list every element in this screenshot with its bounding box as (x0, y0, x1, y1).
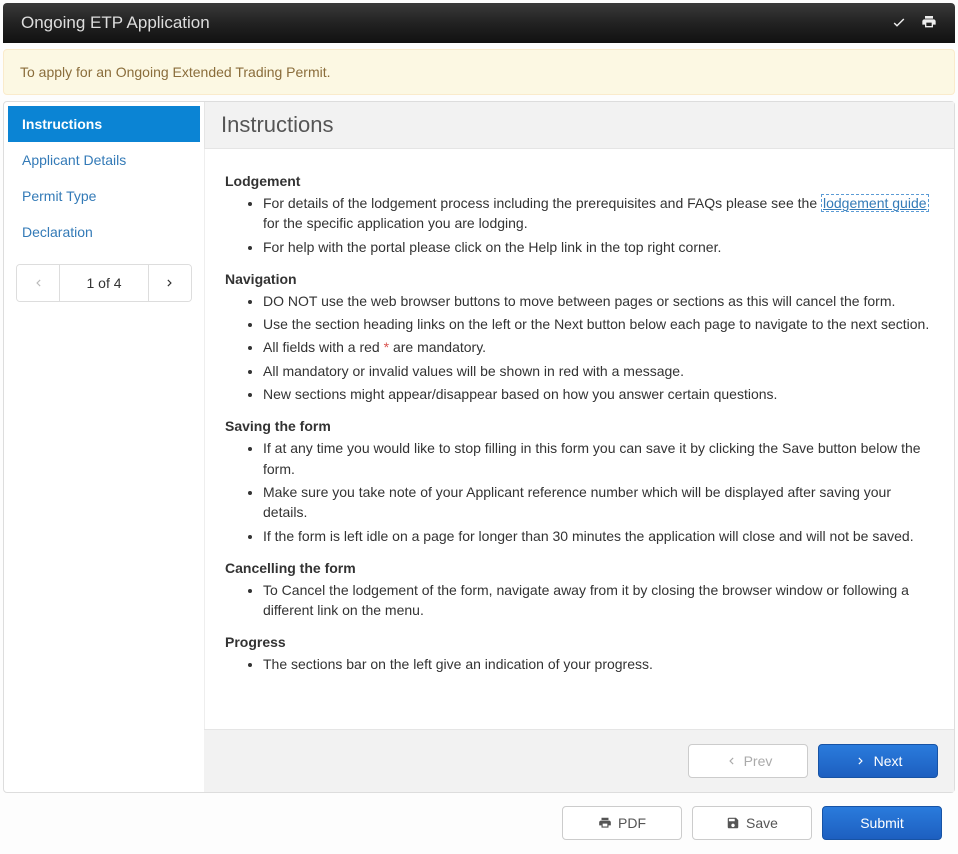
section-nav: Instructions Applicant Details Permit Ty… (8, 106, 200, 250)
section-heading-cancelling: Cancelling the form (225, 560, 934, 576)
next-button[interactable]: Next (818, 744, 938, 778)
sidebar-item-label: Instructions (22, 116, 102, 132)
footer-buttons: PDF Save Submit (0, 796, 958, 854)
pager-next-button[interactable] (149, 265, 191, 301)
header-actions (891, 14, 937, 33)
list-item: To Cancel the lodgement of the form, nav… (263, 580, 934, 621)
list-item: DO NOT use the web browser buttons to mo… (263, 291, 934, 311)
list-item: The sections bar on the left give an ind… (263, 654, 934, 674)
list-item: If the form is left idle on a page for l… (263, 526, 934, 546)
chevron-right-icon (854, 754, 868, 768)
sidebar-item-permit-type[interactable]: Permit Type (8, 178, 200, 214)
navigation-list: DO NOT use the web browser buttons to mo… (225, 291, 934, 404)
page-title: Instructions (221, 112, 938, 138)
list-item: If at any time you would like to stop fi… (263, 438, 934, 479)
content-header: Instructions (204, 102, 954, 149)
wizard-nav-buttons: Prev Next (204, 729, 954, 792)
main-container: Instructions Applicant Details Permit Ty… (3, 101, 955, 793)
content-area: Instructions Lodgement For details of th… (204, 102, 954, 792)
chevron-left-icon (31, 276, 45, 290)
pager-text: 1 of 4 (59, 265, 149, 301)
sidebar-item-applicant-details[interactable]: Applicant Details (8, 142, 200, 178)
prev-button[interactable]: Prev (688, 744, 808, 778)
sidebar: Instructions Applicant Details Permit Ty… (4, 102, 204, 792)
progress-list: The sections bar on the left give an ind… (225, 654, 934, 674)
list-item: All fields with a red * are mandatory. (263, 337, 934, 357)
list-item: All mandatory or invalid values will be … (263, 361, 934, 381)
print-icon[interactable] (921, 14, 937, 33)
section-heading-navigation: Navigation (225, 271, 934, 287)
sidebar-item-instructions[interactable]: Instructions (8, 106, 200, 142)
sidebar-item-label: Permit Type (22, 188, 96, 204)
chevron-right-icon (163, 276, 177, 290)
list-item: New sections might appear/disappear base… (263, 384, 934, 404)
app-title: Ongoing ETP Application (21, 13, 210, 33)
lodgement-guide-link[interactable]: lodgement guide (821, 194, 929, 212)
list-item: For details of the lodgement process inc… (263, 193, 934, 234)
cancelling-list: To Cancel the lodgement of the form, nav… (225, 580, 934, 621)
pager-prev-button[interactable] (17, 265, 59, 301)
print-icon (598, 816, 612, 830)
sidebar-item-declaration[interactable]: Declaration (8, 214, 200, 250)
chevron-left-icon (724, 754, 738, 768)
section-heading-saving: Saving the form (225, 418, 934, 434)
sidebar-item-label: Applicant Details (22, 152, 126, 168)
list-item: Use the section heading links on the lef… (263, 314, 934, 334)
list-item: For help with the portal please click on… (263, 237, 934, 257)
pdf-button[interactable]: PDF (562, 806, 682, 840)
app-header: Ongoing ETP Application (3, 3, 955, 43)
section-pager: 1 of 4 (16, 264, 192, 302)
list-item: Make sure you take note of your Applican… (263, 482, 934, 523)
save-button[interactable]: Save (692, 806, 812, 840)
section-heading-progress: Progress (225, 634, 934, 650)
content-body: Lodgement For details of the lodgement p… (204, 149, 954, 729)
section-heading-lodgement: Lodgement (225, 173, 934, 189)
sidebar-item-label: Declaration (22, 224, 93, 240)
save-icon (726, 816, 740, 830)
submit-button[interactable]: Submit (822, 806, 942, 840)
saving-list: If at any time you would like to stop fi… (225, 438, 934, 545)
check-icon[interactable] (891, 14, 907, 33)
lodgement-list: For details of the lodgement process inc… (225, 193, 934, 257)
info-banner: To apply for an Ongoing Extended Trading… (3, 49, 955, 95)
